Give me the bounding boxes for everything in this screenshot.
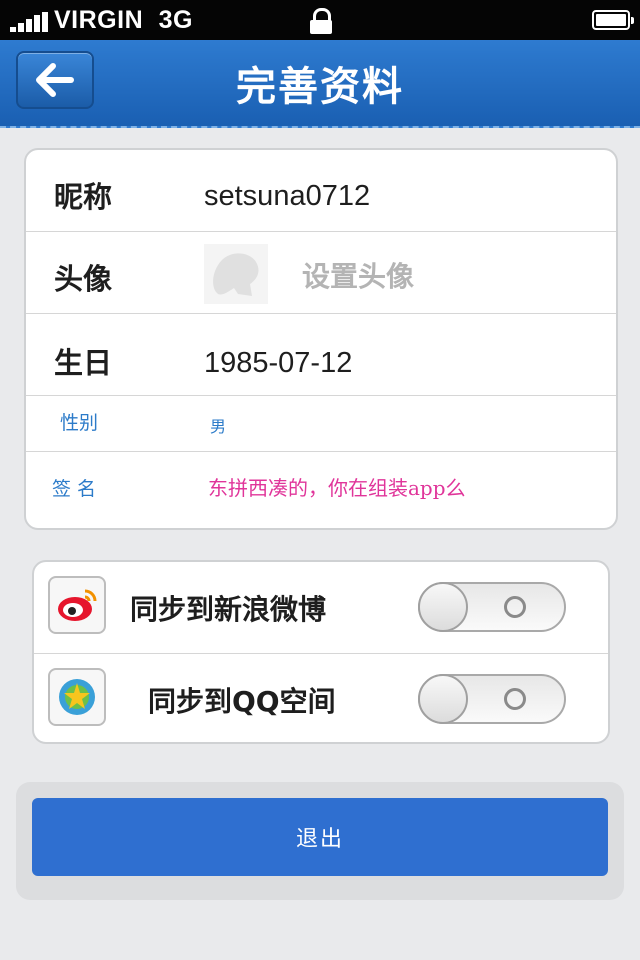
nickname-value: setsuna0712 <box>204 180 371 212</box>
toggle-knob <box>418 674 468 724</box>
nickname-label: 昵称 <box>54 180 113 214</box>
toggle-off-indicator <box>504 596 526 618</box>
sync-group: 同步到新浪微博 同步到QQ空间 <box>32 560 610 744</box>
nickname-row[interactable]: 昵称 setsuna0712 <box>26 150 616 232</box>
weibo-sync-row: 同步到新浪微博 <box>34 562 608 654</box>
avatar-placeholder-icon[interactable] <box>204 244 268 304</box>
gender-value: 男 <box>210 417 227 436</box>
carrier-text: VIRGIN 3G <box>54 6 193 35</box>
signature-row[interactable]: 签名 东拼西凑的，你在组装app么 <box>26 452 616 528</box>
logout-button[interactable]: 退出 <box>32 798 608 876</box>
network-type: 3G <box>158 6 193 34</box>
birthday-value: 1985-07-12 <box>204 347 353 379</box>
avatar-placeholder-text: 设置头像 <box>302 260 415 293</box>
gender-label: 性别 <box>60 412 99 434</box>
nav-bar: 完善资料 <box>0 40 640 128</box>
avatar-row[interactable]: 头像 设置头像 <box>26 232 616 314</box>
signature-label: 签名 <box>52 478 103 500</box>
qzone-sync-row: 同步到QQ空间 <box>34 654 608 742</box>
carrier-name: VIRGIN <box>54 6 144 34</box>
weibo-icon <box>48 576 106 634</box>
page-title: 完善资料 <box>236 64 404 110</box>
signature-value: 东拼西凑的，你在组装app么 <box>208 476 466 500</box>
toggle-knob <box>418 582 468 632</box>
weibo-sync-toggle[interactable] <box>418 582 566 632</box>
weibo-sync-label: 同步到新浪微博 <box>130 593 327 626</box>
qzone-icon <box>48 668 106 726</box>
qzone-sync-label: 同步到QQ空间 <box>148 685 336 718</box>
avatar-label: 头像 <box>54 262 113 296</box>
qzone-sync-toggle[interactable] <box>418 674 566 724</box>
battery-icon <box>592 10 634 30</box>
profile-group: 昵称 setsuna0712 头像 设置头像 生日 1985-07-12 性别 … <box>24 148 618 530</box>
lock-icon <box>309 8 333 34</box>
birthday-row[interactable]: 生日 1985-07-12 <box>26 314 616 396</box>
signal-icon <box>10 12 50 32</box>
logout-panel: 退出 <box>16 782 624 900</box>
status-bar: VIRGIN 3G <box>0 0 640 40</box>
toggle-off-indicator <box>504 688 526 710</box>
gender-row[interactable]: 性别 男 <box>26 396 616 452</box>
birthday-label: 生日 <box>54 346 113 380</box>
